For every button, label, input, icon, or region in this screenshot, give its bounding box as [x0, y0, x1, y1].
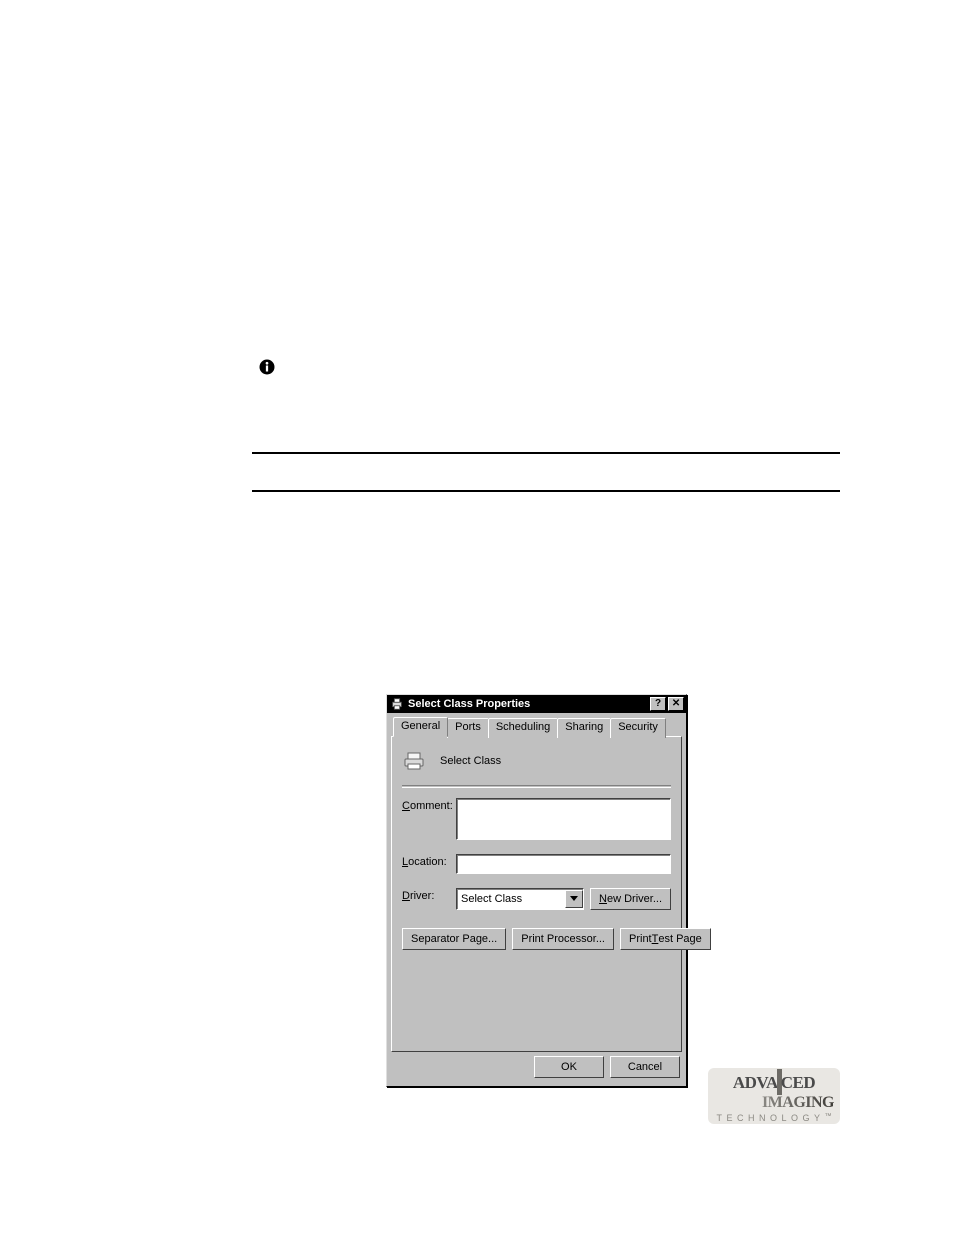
- tab-general[interactable]: General: [393, 717, 448, 737]
- dialog-title: Select Class Properties: [408, 698, 646, 710]
- cancel-button[interactable]: Cancel: [610, 1056, 680, 1078]
- driver-dropdown[interactable]: Select Class: [456, 888, 584, 910]
- print-processor-button[interactable]: Print Processor...: [512, 928, 614, 950]
- location-field[interactable]: [456, 854, 671, 874]
- separator-page-button[interactable]: Separator Page...: [402, 928, 506, 950]
- tab-panel-general: Select Class Comment: Location: Driver:: [391, 736, 682, 1052]
- printer-name: Select Class: [440, 755, 501, 767]
- tab-strip: General Ports Scheduling Sharing Securit…: [391, 717, 682, 737]
- divider: [402, 785, 671, 788]
- divider: [252, 452, 840, 454]
- driver-value: Select Class: [461, 893, 522, 905]
- ok-button[interactable]: OK: [534, 1056, 604, 1078]
- brand-logo: ADVACED IMAGING TECHNOLOGY™: [708, 1068, 840, 1124]
- comment-label: Comment:: [402, 798, 450, 812]
- chevron-down-icon[interactable]: [565, 890, 583, 908]
- titlebar[interactable]: Select Class Properties ? ✕: [387, 695, 686, 713]
- info-icon: [258, 358, 276, 376]
- printer-icon: [402, 751, 426, 771]
- close-button[interactable]: ✕: [668, 697, 684, 711]
- logo-line3: TECHNOLOGY™: [716, 1113, 831, 1123]
- properties-dialog: Select Class Properties ? ✕ General Port…: [386, 694, 687, 1087]
- logo-line2: IMAGING: [714, 1095, 834, 1110]
- comment-field[interactable]: [456, 798, 671, 840]
- location-label: Location:: [402, 854, 450, 868]
- logo-line1: ADVACED: [733, 1069, 815, 1095]
- help-button[interactable]: ?: [650, 697, 666, 711]
- driver-label: Driver:: [402, 888, 450, 902]
- divider: [252, 490, 840, 492]
- tab-ports[interactable]: Ports: [447, 718, 489, 738]
- print-test-page-button[interactable]: Print Test Page: [620, 928, 711, 950]
- tab-security[interactable]: Security: [610, 718, 666, 738]
- tab-scheduling[interactable]: Scheduling: [488, 718, 558, 738]
- new-driver-button[interactable]: New Driver...: [590, 888, 671, 910]
- tab-sharing[interactable]: Sharing: [557, 718, 611, 738]
- printer-icon: [390, 697, 404, 711]
